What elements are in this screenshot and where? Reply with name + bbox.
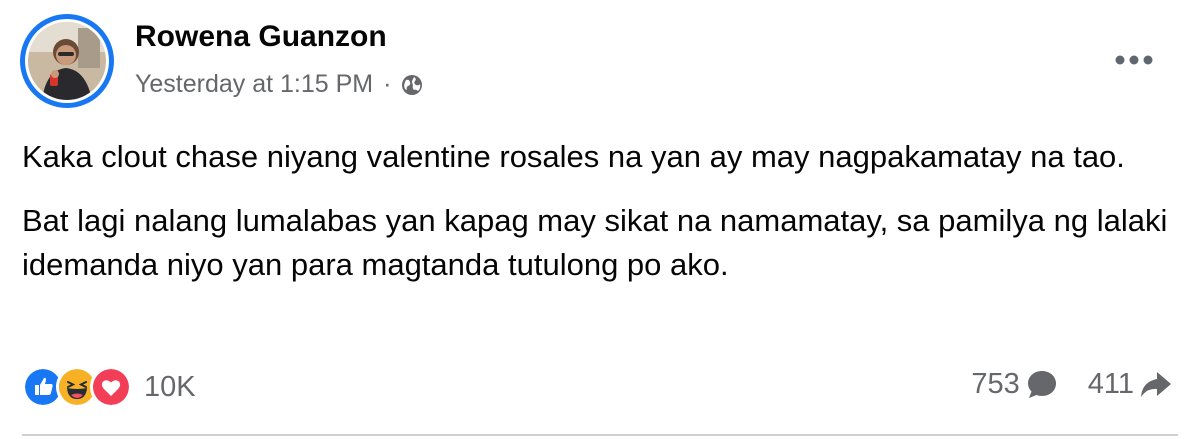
more-options-icon bbox=[1115, 55, 1153, 65]
post-timestamp[interactable]: Yesterday at 1:15 PM bbox=[135, 70, 373, 99]
post-paragraph-1: Kaka clout chase niyang valentine rosale… bbox=[22, 139, 1125, 174]
post-meta: Yesterday at 1:15 PM · bbox=[135, 70, 424, 99]
post-stats: 753 411 bbox=[971, 366, 1174, 402]
reaction-count: 10K bbox=[144, 370, 196, 403]
globe-icon[interactable] bbox=[400, 73, 424, 97]
shares-count: 411 bbox=[1087, 367, 1134, 400]
meta-separator: · bbox=[383, 70, 392, 98]
comments-count-link[interactable]: 753 bbox=[971, 366, 1059, 402]
comments-count: 753 bbox=[971, 367, 1020, 400]
share-arrow-icon bbox=[1141, 372, 1171, 397]
comment-bubble-icon bbox=[1027, 371, 1056, 398]
facebook-post: Rowena Guanzon Yesterday at 1:15 PM · Ka… bbox=[0, 0, 1200, 439]
more-options-button[interactable] bbox=[1108, 42, 1160, 78]
footer-divider bbox=[22, 434, 1178, 436]
avatar-photo bbox=[28, 22, 106, 100]
avatar-inner bbox=[25, 19, 109, 103]
post-content: Kaka clout chase niyang valentine rosale… bbox=[22, 135, 1172, 307]
author-avatar[interactable] bbox=[20, 14, 114, 108]
post-paragraph-2: Bat lagi nalang lumalabas yan kapag may … bbox=[22, 203, 1168, 282]
reactions-summary[interactable]: 10K bbox=[22, 366, 196, 408]
author-name[interactable]: Rowena Guanzon bbox=[135, 20, 387, 54]
shares-count-link[interactable]: 411 bbox=[1088, 366, 1174, 402]
love-reaction-icon bbox=[90, 366, 132, 408]
